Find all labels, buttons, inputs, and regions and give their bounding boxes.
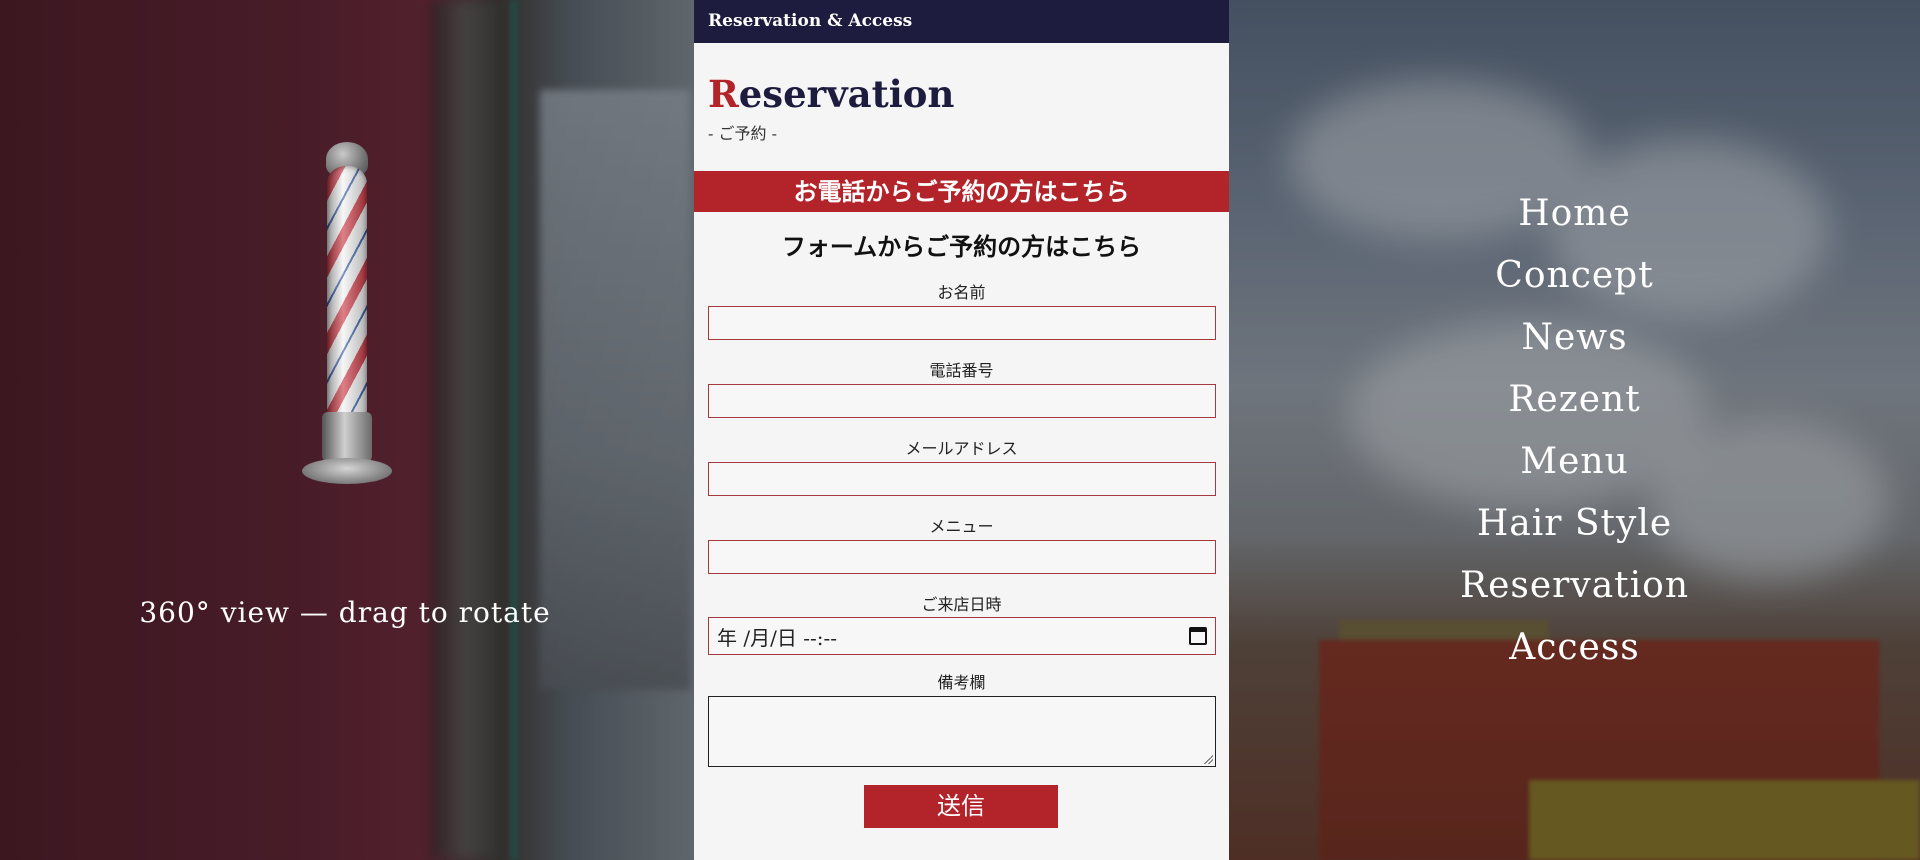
datetime-placeholder: 年 /月/日 --:-- — [717, 625, 837, 650]
section-title-rest: eservation — [738, 72, 955, 116]
page-header: Reservation & Access — [694, 0, 1229, 43]
menu-label: メニュー — [929, 517, 994, 536]
datetime-field[interactable]: 年 /月/日 --:-- — [708, 617, 1216, 655]
email-label: メールアドレス — [905, 439, 1018, 458]
section-title: Reservation — [708, 72, 954, 116]
nav-item-concept[interactable]: Concept — [1229, 245, 1920, 307]
notes-textarea[interactable] — [708, 696, 1216, 767]
nav-item-home[interactable]: Home — [1229, 183, 1920, 245]
nav-item-reservation[interactable]: Reservation — [1229, 555, 1920, 617]
nav-item-menu[interactable]: Menu — [1229, 431, 1920, 493]
section-subtitle: - ご予約 - — [708, 124, 777, 143]
main-navigation: Home Concept News Rezent Menu Hair Style… — [1229, 183, 1920, 679]
nav-item-news[interactable]: News — [1229, 307, 1920, 369]
barber-pole-base — [302, 458, 392, 484]
name-label: お名前 — [937, 283, 986, 302]
datetime-label: ご来店日時 — [921, 595, 1002, 614]
phone-field[interactable] — [708, 384, 1216, 418]
nav-item-rezent[interactable]: Rezent — [1229, 369, 1920, 431]
phone-label: 電話番号 — [929, 361, 994, 380]
rotate-hint: 360° view — drag to rotate — [139, 596, 551, 629]
name-field[interactable] — [708, 306, 1216, 340]
calendar-icon[interactable] — [1189, 627, 1207, 645]
nav-item-access[interactable]: Access — [1229, 617, 1920, 679]
barber-pole-3d-viewer[interactable] — [300, 142, 395, 492]
reservation-panel: Reservation & Access Reservation - ご予約 -… — [694, 0, 1229, 860]
email-field[interactable] — [708, 462, 1216, 496]
nav-item-hair-style[interactable]: Hair Style — [1229, 493, 1920, 555]
menu-field[interactable] — [708, 540, 1216, 574]
section-title-initial: R — [708, 72, 739, 116]
resize-handle-icon[interactable] — [1203, 754, 1213, 764]
notes-label: 備考欄 — [937, 673, 986, 692]
phone-reservation-button[interactable]: お電話からご予約の方はこちら — [694, 171, 1229, 212]
form-heading: フォームからご予約の方はこちら — [781, 232, 1142, 261]
barber-pole-collar — [322, 412, 372, 462]
submit-button[interactable]: 送信 — [864, 785, 1058, 828]
